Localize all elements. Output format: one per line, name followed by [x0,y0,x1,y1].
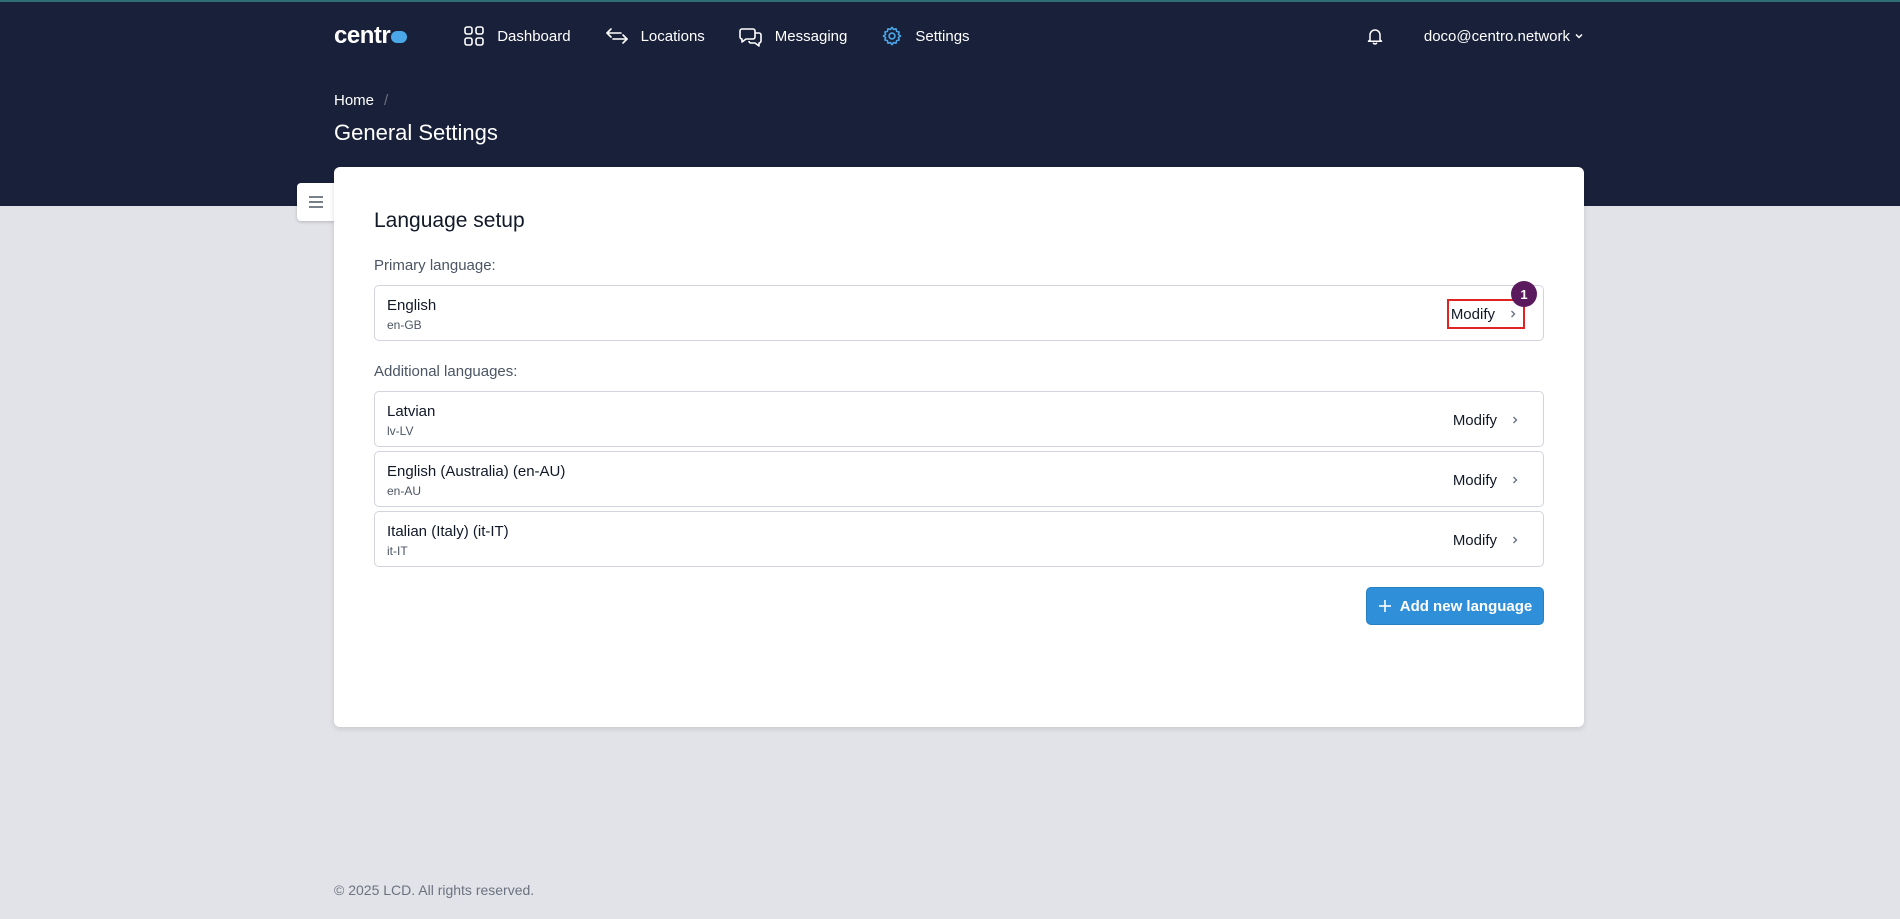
brand-logo[interactable]: centr [334,22,408,50]
nav-label-messaging: Messaging [774,27,848,45]
modify-primary-language-button[interactable]: Modify [1447,299,1525,329]
breadcrumb-home[interactable]: Home [334,92,374,109]
modify-label: Modify [1450,305,1495,323]
primary-language-label: Primary language: [374,257,496,274]
top-nav: centr Dashboard Locations Messaging Sett… [334,0,1584,72]
chevron-right-icon [1511,310,1516,318]
language-code: lv-LV [387,424,414,438]
nav-item-locations[interactable]: Locations [605,26,705,46]
grid-icon [464,26,484,46]
nav-label-dashboard: Dashboard [497,27,571,45]
notifications-button[interactable] [1366,27,1384,45]
modify-language-button[interactable]: Modify [1447,405,1525,435]
language-row-latvian: Latvian lv-LV Modify [374,391,1544,447]
plus-icon [1378,600,1391,612]
logo-pill-icon [391,31,408,43]
step-badge: 1 [1511,281,1537,307]
user-email: doco@centro.network [1423,27,1570,45]
modify-language-button[interactable]: Modify [1447,465,1525,495]
nav-label-locations: Locations [640,27,705,45]
breadcrumb-separator: / [384,92,389,109]
chevron-right-icon [1513,416,1518,424]
user-menu[interactable]: doco@centro.network [1424,28,1584,45]
chevron-right-icon [1513,536,1518,544]
language-name: Italian (Italy) (it-IT) [387,523,509,540]
modify-label: Modify [1452,471,1497,489]
breadcrumb: Home / [334,92,388,109]
language-code: it-IT [387,544,408,558]
nav-right: doco@centro.network [1366,27,1584,45]
language-name: English [387,297,437,314]
modify-label: Modify [1452,411,1497,429]
hamburger-icon [309,196,323,208]
gear-icon [882,26,902,46]
language-name: Latvian [387,403,436,420]
nav-item-messaging[interactable]: Messaging [738,25,848,47]
language-setup-title: Language setup [374,209,525,232]
language-setup-card: Language setup Primary language: English… [334,167,1584,727]
brand-name: centr [334,22,391,49]
modify-label: Modify [1452,531,1497,549]
sidebar-toggle-button[interactable] [297,183,335,221]
add-new-language-label: Add new language [1399,597,1533,615]
nav-label-settings: Settings [915,27,970,45]
chevron-down-icon [1575,33,1583,39]
primary-language-row: English en-GB Modify 1 [374,281,1544,341]
bell-icon [1367,29,1383,45]
modify-language-button[interactable]: Modify [1447,525,1525,555]
page-title: General Settings [334,120,498,145]
language-code: en-GB [387,318,422,332]
language-code: en-AU [387,484,422,498]
language-row-it-it: Italian (Italy) (it-IT) it-IT Modify [374,511,1544,567]
language-name: English (Australia) (en-AU) [387,463,566,480]
additional-languages-label: Additional languages: [374,363,518,380]
chat-bubbles-icon [738,28,762,47]
footer-copyright: © 2025 LCD. All rights reserved. [334,882,535,898]
add-new-language-button[interactable]: Add new language [1366,587,1544,625]
chevron-right-icon [1513,476,1518,484]
nav-item-dashboard[interactable]: Dashboard [463,25,571,47]
language-row-en-au: English (Australia) (en-AU) en-AU Modify [374,451,1544,507]
arrows-exchange-icon [605,28,628,44]
nav-item-settings[interactable]: Settings [881,25,970,47]
